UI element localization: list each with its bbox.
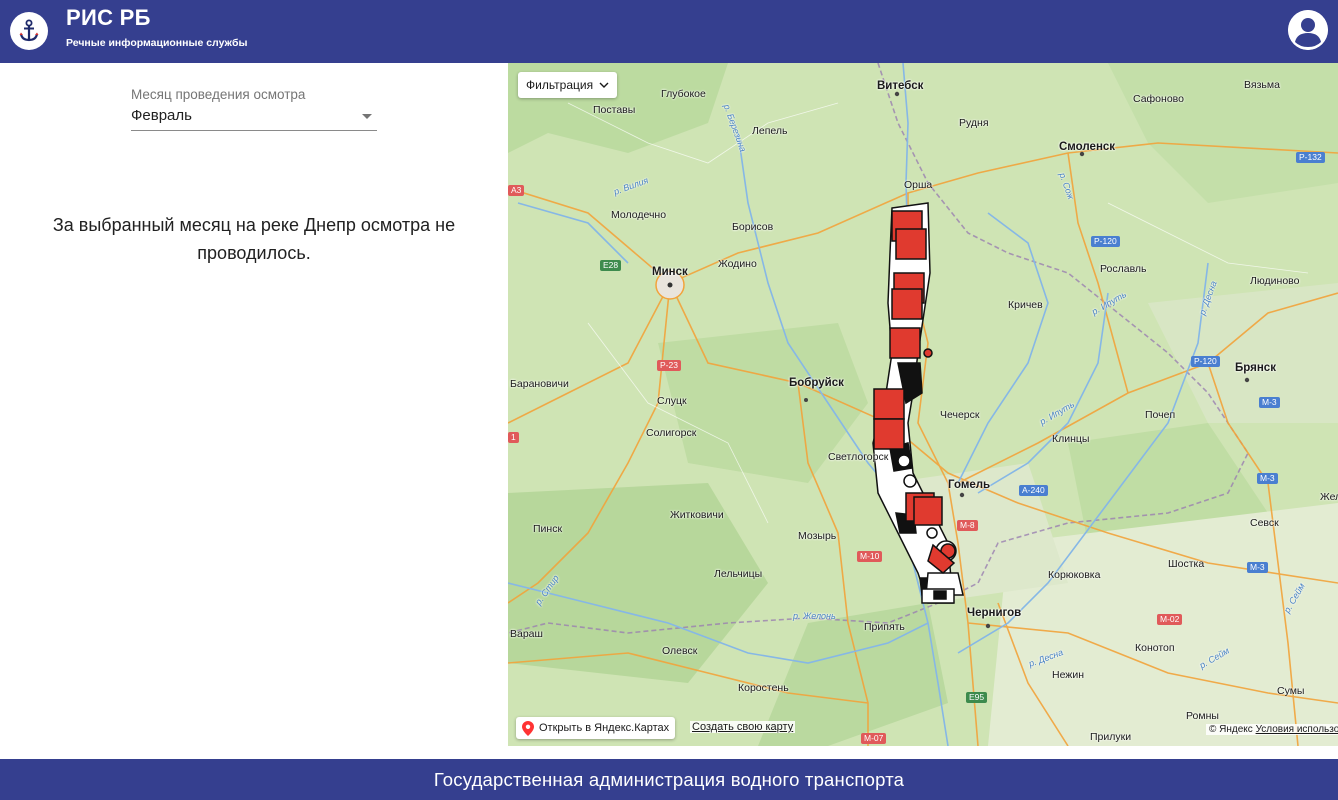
anchor-icon[interactable] — [10, 12, 48, 50]
map-town-label: Почеп — [1145, 409, 1176, 421]
road-sign: E28 — [600, 260, 622, 271]
footer-text: Государственная администрация водного тр… — [433, 768, 905, 790]
copyright-text: © Яндекс — [1209, 724, 1253, 735]
map-town-label: Барановичи — [510, 378, 569, 390]
footer-spacer — [0, 746, 1338, 759]
filter-button[interactable]: Фильтрация — [518, 72, 618, 98]
map-town-label: Вязьма — [1244, 79, 1280, 91]
road-sign: P-23 — [657, 360, 681, 371]
map-river-label: р. Желонь — [793, 611, 836, 621]
map-city-label: Смоленск — [1059, 141, 1116, 153]
map-town-label: Светлогорск — [828, 451, 889, 463]
map-town-label: Желез — [1320, 491, 1338, 503]
open-in-yandex-label: Открыть в Яндекс.Картах — [539, 722, 670, 734]
map-city-label: Брянск — [1235, 362, 1276, 374]
map-town-label: Мозырь — [798, 530, 837, 542]
map-town-label: Орша — [904, 179, 933, 191]
terms-link[interactable]: Условия использования — [1256, 724, 1338, 735]
map-town-label: Борисов — [732, 221, 774, 233]
map-town-label: Лельчицы — [714, 568, 763, 580]
map-town-label: Слуцк — [657, 395, 687, 407]
map-town-label: Ромны — [1186, 710, 1219, 722]
map-town-label: Вараш — [510, 628, 543, 640]
app-footer: Государственная администрация водного тр… — [0, 759, 1338, 800]
map-city-label: Гомель — [948, 479, 991, 491]
map-town-label: Лепель — [752, 125, 788, 137]
map-city-label: Витебск — [877, 80, 924, 92]
map-town-label: Глубокое — [661, 88, 706, 100]
no-inspection-message: За выбранный месяц на реке Днепр осмотра… — [52, 215, 456, 263]
map-town-label: Молодечно — [611, 209, 667, 221]
road-sign: M-3 — [1247, 562, 1268, 573]
map-town-label: Солигорск — [646, 427, 697, 439]
road-sign: M-3 — [1257, 473, 1278, 484]
map-copyright: © Яндекс Условия использования — [1206, 724, 1338, 735]
map-city-label: Бобруйск — [789, 377, 844, 389]
road-sign: A-240 — [1019, 485, 1048, 496]
month-select[interactable]: Месяц проведения осмотра Февраль — [131, 87, 377, 131]
map-town-label: Людиново — [1250, 275, 1300, 287]
create-map-link[interactable]: Создать свою карту — [690, 721, 796, 733]
map-town-label: Клинцы — [1052, 433, 1090, 445]
account-circle-icon[interactable] — [1288, 10, 1328, 50]
road-sign: M-8 — [957, 520, 978, 531]
road-sign: P-120 — [1191, 356, 1220, 367]
road-sign: A3 — [508, 185, 525, 196]
app-header: РИС РБ Речные информационные службы — [0, 0, 1338, 63]
map-town-label: Припять — [864, 621, 905, 633]
road-sign: P-132 — [1296, 152, 1325, 163]
map-town-label: Житковичи — [670, 509, 724, 521]
map-town-label: Нежин — [1052, 669, 1084, 681]
map-town-label: Севск — [1250, 517, 1279, 529]
map-town-label: Коростень — [738, 682, 789, 694]
month-select-label: Месяц проведения осмотра — [131, 87, 306, 102]
map-city-label: Минск — [652, 266, 688, 278]
chevron-down-icon — [599, 82, 609, 88]
map-town-label: Чечерск — [940, 409, 980, 421]
map-town-label: Шостка — [1168, 558, 1205, 570]
map-base[interactable] — [508, 63, 1338, 746]
map-pin-icon — [522, 720, 534, 736]
month-select-value[interactable]: Февраль — [131, 107, 192, 124]
map-town-label: Пинск — [533, 523, 563, 535]
road-sign: M-3 — [1259, 397, 1280, 408]
map-town-label: Рудня — [959, 117, 989, 129]
map-town-label: Поставы — [593, 104, 636, 116]
map-town-label: Олевск — [662, 645, 698, 657]
road-sign: M-02 — [1157, 614, 1183, 625]
road-sign: M-07 — [861, 733, 887, 744]
map-town-label: Кричев — [1008, 299, 1043, 311]
road-sign: 1 — [508, 432, 519, 443]
map-town-label: Жодино — [718, 258, 757, 270]
filter-button-label: Фильтрация — [526, 78, 594, 92]
road-sign: E95 — [966, 692, 988, 703]
open-in-yandex-button[interactable]: Открыть в Яндекс.Картах — [516, 717, 676, 739]
road-sign: P-120 — [1091, 236, 1120, 247]
map-town-label: Рославль — [1100, 263, 1147, 275]
app-title: РИС РБ — [66, 5, 151, 30]
map-town-label: Конотоп — [1135, 642, 1175, 654]
dropdown-arrow-icon[interactable] — [362, 114, 372, 119]
map-widget[interactable]: Витебск Смоленск Минск Бобруйск Гомель Ч… — [508, 63, 1338, 746]
map-town-label: Сафоново — [1133, 93, 1184, 105]
app-subtitle: Речные информационные службы — [66, 37, 248, 49]
map-city-label: Чернигов — [967, 607, 1022, 619]
road-sign: M-10 — [857, 551, 883, 562]
filter-panel: Месяц проведения осмотра Февраль За выбр… — [0, 63, 508, 759]
map-town-label: Сумы — [1277, 685, 1305, 697]
map-town-label: Прилуки — [1090, 731, 1132, 743]
map-town-label: Корюковка — [1048, 569, 1101, 581]
